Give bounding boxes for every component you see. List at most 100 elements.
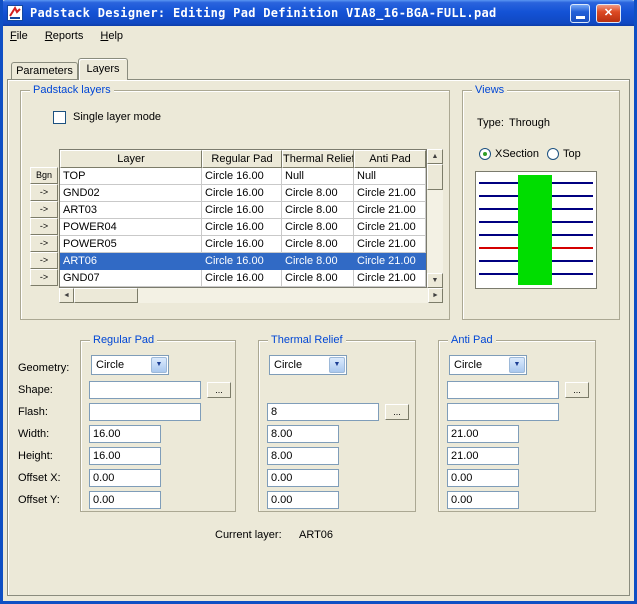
table-row-top[interactable]: TOP Circle 16.00 Null Null [60,168,426,185]
anti-offset-y-input[interactable] [447,491,519,509]
horizontal-scrollbar[interactable]: ◄ ► [59,288,443,303]
cell-thermal-relief: Null [282,168,354,185]
cell-thermal-relief: Circle 8.00 [282,253,354,270]
minimize-button[interactable] [570,4,590,23]
menu-item-help[interactable]: Help [93,27,130,47]
cell-thermal-relief: Circle 8.00 [282,219,354,236]
column-header-layer[interactable]: Layer [60,150,202,168]
row-marker[interactable]: -> [30,184,58,201]
thermal-relief-group-title: Thermal Relief [268,334,346,347]
scroll-right-icon[interactable]: ► [428,288,443,303]
tab-parameters[interactable]: Parameters [11,62,78,79]
menu-item-file[interactable]: File [3,27,35,47]
row-marker[interactable]: -> [30,252,58,269]
cell-thermal-relief: Circle 8.00 [282,202,354,219]
cell-anti-pad: Circle 21.00 [354,236,426,253]
cell-anti-pad: Null [354,168,426,185]
column-header-regular-pad[interactable]: Regular Pad [202,150,282,168]
xsection-radio[interactable] [479,148,491,160]
row-marker[interactable]: -> [30,269,58,286]
cell-regular-pad: Circle 16.00 [202,168,282,185]
table-row-power04[interactable]: POWER04 Circle 16.00 Circle 8.00 Circle … [60,219,426,236]
horizontal-scrollbar-thumb[interactable] [74,288,138,303]
cell-layer: GND07 [60,270,202,287]
regular-width-input[interactable] [89,425,161,443]
title-bar: Padstack Designer: Editing Pad Definitio… [0,0,637,26]
chevron-down-icon: ▼ [509,357,525,373]
regular-height-input[interactable] [89,447,161,465]
current-layer-label: Current layer: [215,529,282,541]
anti-pad-group: Anti Pad Circle ▼ ... [438,340,596,512]
tab-layers[interactable]: Layers [78,58,128,80]
anti-pad-group-title: Anti Pad [448,334,496,347]
regular-shape-input[interactable] [89,381,201,399]
anti-offset-x-input[interactable] [447,469,519,487]
thermal-flash-browse-button[interactable]: ... [385,404,409,420]
regular-geometry-value: Circle [96,356,124,374]
single-layer-mode-label: Single layer mode [73,111,161,123]
height-label: Height: [18,450,53,462]
regular-flash-input[interactable] [89,403,201,421]
close-button[interactable]: ✕ [596,4,621,23]
row-marker-begin[interactable]: Bgn [30,167,58,184]
row-marker[interactable]: -> [30,235,58,252]
table-row-art06-selected[interactable]: ART06 Circle 16.00 Circle 8.00 Circle 21… [60,253,426,270]
thermal-offset-x-input[interactable] [267,469,339,487]
views-group: Views Type: Through XSection Top [462,90,620,320]
anti-shape-input[interactable] [447,381,559,399]
thermal-geometry-select[interactable]: Circle ▼ [269,355,347,375]
menu-item-reports[interactable]: Reports [38,27,91,47]
row-marker[interactable]: -> [30,218,58,235]
table-row-gnd07[interactable]: GND07 Circle 16.00 Circle 8.00 Circle 21… [60,270,426,287]
vertical-scrollbar[interactable]: ▲ ▼ [427,149,443,288]
regular-offset-x-input[interactable] [89,469,161,487]
padstack-layers-group-title: Padstack layers [30,84,114,97]
thermal-geometry-value: Circle [274,356,302,374]
thermal-height-input[interactable] [267,447,339,465]
column-header-thermal-relief[interactable]: Thermal Relief [282,150,354,168]
cell-layer: ART03 [60,202,202,219]
table-row-art03[interactable]: ART03 Circle 16.00 Circle 8.00 Circle 21… [60,202,426,219]
table-row-power05[interactable]: POWER05 Circle 16.00 Circle 8.00 Circle … [60,236,426,253]
layers-table: Layer Regular Pad Thermal Relief Anti Pa… [59,149,427,288]
width-label: Width: [18,428,49,440]
type-label: Type: [477,117,504,129]
table-row-gnd02[interactable]: GND02 Circle 16.00 Circle 8.00 Circle 21… [60,185,426,202]
app-icon [7,5,23,21]
cell-layer: TOP [60,168,202,185]
column-header-anti-pad[interactable]: Anti Pad [354,150,426,168]
row-marker[interactable]: -> [30,201,58,218]
flash-label: Flash: [18,406,48,418]
regular-shape-browse-button[interactable]: ... [207,382,231,398]
top-radio[interactable] [547,148,559,160]
xsection-radio-label: XSection [495,148,539,160]
geometry-label: Geometry: [18,362,69,374]
thermal-relief-group: Thermal Relief Circle ▼ ... [258,340,416,512]
vertical-scrollbar-thumb[interactable] [427,164,443,190]
close-icon: ✕ [604,7,613,19]
cell-regular-pad: Circle 16.00 [202,219,282,236]
scroll-down-icon[interactable]: ▼ [427,273,443,288]
cell-layer: POWER05 [60,236,202,253]
anti-width-input[interactable] [447,425,519,443]
views-group-title: Views [472,84,507,97]
anti-geometry-select[interactable]: Circle ▼ [449,355,527,375]
cell-regular-pad: Circle 16.00 [202,185,282,202]
scroll-up-icon[interactable]: ▲ [427,149,443,164]
regular-offset-y-input[interactable] [89,491,161,509]
anti-flash-input[interactable] [447,403,559,421]
xsection-view [475,171,597,289]
cell-regular-pad: Circle 16.00 [202,270,282,287]
regular-pad-group-title: Regular Pad [90,334,157,347]
regular-geometry-select[interactable]: Circle ▼ [91,355,169,375]
cell-thermal-relief: Circle 8.00 [282,270,354,287]
scroll-left-icon[interactable]: ◄ [59,288,74,303]
chevron-down-icon: ▼ [329,357,345,373]
anti-shape-browse-button[interactable]: ... [565,382,589,398]
thermal-offset-y-input[interactable] [267,491,339,509]
regular-pad-group: Regular Pad Circle ▼ ... [80,340,236,512]
thermal-flash-input[interactable] [267,403,379,421]
single-layer-mode-checkbox[interactable] [53,111,66,124]
thermal-width-input[interactable] [267,425,339,443]
anti-height-input[interactable] [447,447,519,465]
